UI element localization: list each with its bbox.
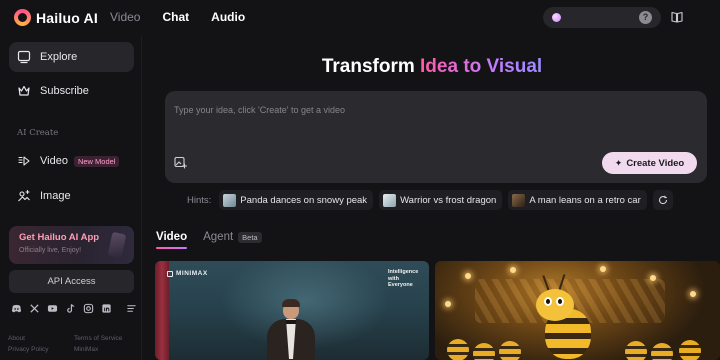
prompt-box: ✦ Create Video bbox=[165, 91, 707, 183]
minimax-tagline: Intelligence with Everyone bbox=[388, 269, 418, 289]
gem-icon bbox=[552, 13, 561, 22]
linkedin-icon[interactable] bbox=[101, 303, 112, 314]
youtube-icon[interactable] bbox=[47, 303, 58, 314]
nav-audio[interactable]: Audio bbox=[211, 10, 245, 24]
help-icon[interactable]: ? bbox=[639, 11, 652, 24]
minimax-logo-icon bbox=[167, 270, 173, 277]
instagram-icon[interactable] bbox=[83, 303, 94, 314]
video-card[interactable] bbox=[435, 261, 720, 360]
bee-eye bbox=[556, 297, 564, 306]
brand-logo[interactable]: Hailuo AI bbox=[14, 9, 98, 26]
hints-label: Hints: bbox=[187, 194, 212, 206]
hint-label: Warrior vs frost dragon bbox=[400, 194, 497, 206]
brand-name: Hailuo AI bbox=[36, 9, 98, 26]
hero-title-plain: Transform bbox=[321, 56, 421, 77]
video-card[interactable]: MINIMAX Intelligence with Everyone bbox=[155, 261, 429, 360]
hint-thumbnail bbox=[223, 193, 237, 207]
minimax-watermark: MINIMAX bbox=[167, 270, 208, 277]
light-bulb bbox=[445, 301, 451, 307]
create-video-label: Create Video bbox=[626, 157, 685, 169]
top-navigation: Video Chat Audio bbox=[110, 10, 245, 24]
background-bee bbox=[447, 339, 469, 360]
video-icon bbox=[18, 156, 30, 166]
footer-about[interactable]: About bbox=[8, 333, 25, 344]
background-bee bbox=[625, 341, 647, 360]
discord-icon[interactable] bbox=[11, 303, 22, 314]
hint-chip[interactable]: A man leans on a retro car bbox=[508, 190, 647, 210]
figure-bowtie bbox=[286, 320, 296, 324]
sidebar: Explore Subscribe AI Create Video New Mo… bbox=[0, 36, 142, 360]
minimax-brand: MINIMAX bbox=[176, 270, 208, 277]
refresh-icon bbox=[658, 195, 667, 205]
sidebar-item-label: Video bbox=[40, 155, 68, 167]
x-icon[interactable] bbox=[29, 303, 40, 314]
footer-company[interactable]: MiniMax bbox=[74, 344, 98, 355]
tagline-line: Everyone bbox=[388, 282, 413, 288]
light-bulb bbox=[650, 275, 656, 281]
sparkle-icon: ✦ bbox=[614, 157, 623, 168]
new-model-badge: New Model bbox=[73, 155, 120, 167]
footer-privacy[interactable]: Privacy Policy bbox=[8, 344, 48, 355]
background-bee bbox=[473, 343, 495, 360]
sidebar-item-video[interactable]: Video New Model bbox=[9, 146, 134, 176]
sidebar-item-image[interactable]: Image bbox=[9, 181, 134, 211]
hint-thumbnail bbox=[383, 193, 397, 207]
tiktok-icon[interactable] bbox=[65, 303, 76, 314]
hailuo-logo-icon bbox=[14, 9, 31, 26]
sidebar-item-label: Image bbox=[40, 190, 71, 202]
tab-video[interactable]: Video bbox=[156, 231, 188, 249]
hint-chip[interactable]: Warrior vs frost dragon bbox=[379, 190, 503, 210]
background-bee bbox=[679, 340, 701, 360]
image-icon bbox=[18, 189, 30, 202]
beta-badge: Beta bbox=[238, 231, 262, 243]
api-access-button[interactable]: API Access bbox=[9, 270, 134, 293]
footer-terms[interactable]: Terms of Service bbox=[74, 333, 122, 344]
promo-title: Get Hailuo AI App bbox=[19, 232, 100, 243]
hero-title: Transform Idea to Visual bbox=[0, 56, 720, 78]
light-bulb bbox=[510, 267, 516, 273]
bee-head bbox=[536, 289, 574, 321]
light-bulb bbox=[465, 273, 471, 279]
menu-icon[interactable] bbox=[126, 303, 137, 314]
crown-icon bbox=[18, 85, 30, 96]
content-tabs: Video Agent Beta bbox=[156, 231, 262, 249]
hint-label: Panda dances on snowy peak bbox=[240, 194, 368, 206]
hero-title-gradient: Idea to Visual bbox=[420, 56, 543, 77]
light-bulb bbox=[600, 266, 606, 272]
background-bee bbox=[651, 343, 673, 360]
bee-eye bbox=[544, 297, 552, 306]
app-promo-card[interactable]: Get Hailuo AI App Officially live, Enjoy… bbox=[9, 226, 134, 264]
light-bulb bbox=[690, 291, 696, 297]
hint-label: A man leans on a retro car bbox=[529, 194, 641, 206]
background-bee bbox=[499, 341, 521, 360]
book-icon[interactable] bbox=[670, 10, 684, 24]
credits-pill[interactable]: ? bbox=[543, 7, 661, 28]
prompt-input[interactable] bbox=[174, 101, 674, 119]
tab-agent-label: Agent bbox=[203, 231, 234, 243]
refresh-hints-button[interactable] bbox=[652, 190, 673, 210]
sidebar-item-label: Subscribe bbox=[40, 85, 89, 97]
tab-agent[interactable]: Agent Beta bbox=[203, 231, 262, 249]
create-video-button[interactable]: ✦ Create Video bbox=[602, 152, 697, 174]
nav-video[interactable]: Video bbox=[110, 10, 140, 24]
hint-chip[interactable]: Panda dances on snowy peak bbox=[219, 190, 374, 210]
section-title-ai-create: AI Create bbox=[17, 128, 59, 138]
hint-thumbnail bbox=[512, 193, 526, 207]
tagline-line: Intelligence bbox=[388, 269, 419, 275]
social-links bbox=[11, 303, 137, 314]
top-bar: Hailuo AI Video Chat Audio ? bbox=[0, 0, 720, 36]
hints-row: Hints: Panda dances on snowy peak Warrio… bbox=[187, 190, 673, 210]
figure-hair bbox=[282, 299, 300, 307]
upload-image-icon[interactable] bbox=[174, 156, 187, 169]
nav-chat[interactable]: Chat bbox=[162, 10, 189, 24]
sidebar-item-subscribe[interactable]: Subscribe bbox=[9, 76, 134, 106]
